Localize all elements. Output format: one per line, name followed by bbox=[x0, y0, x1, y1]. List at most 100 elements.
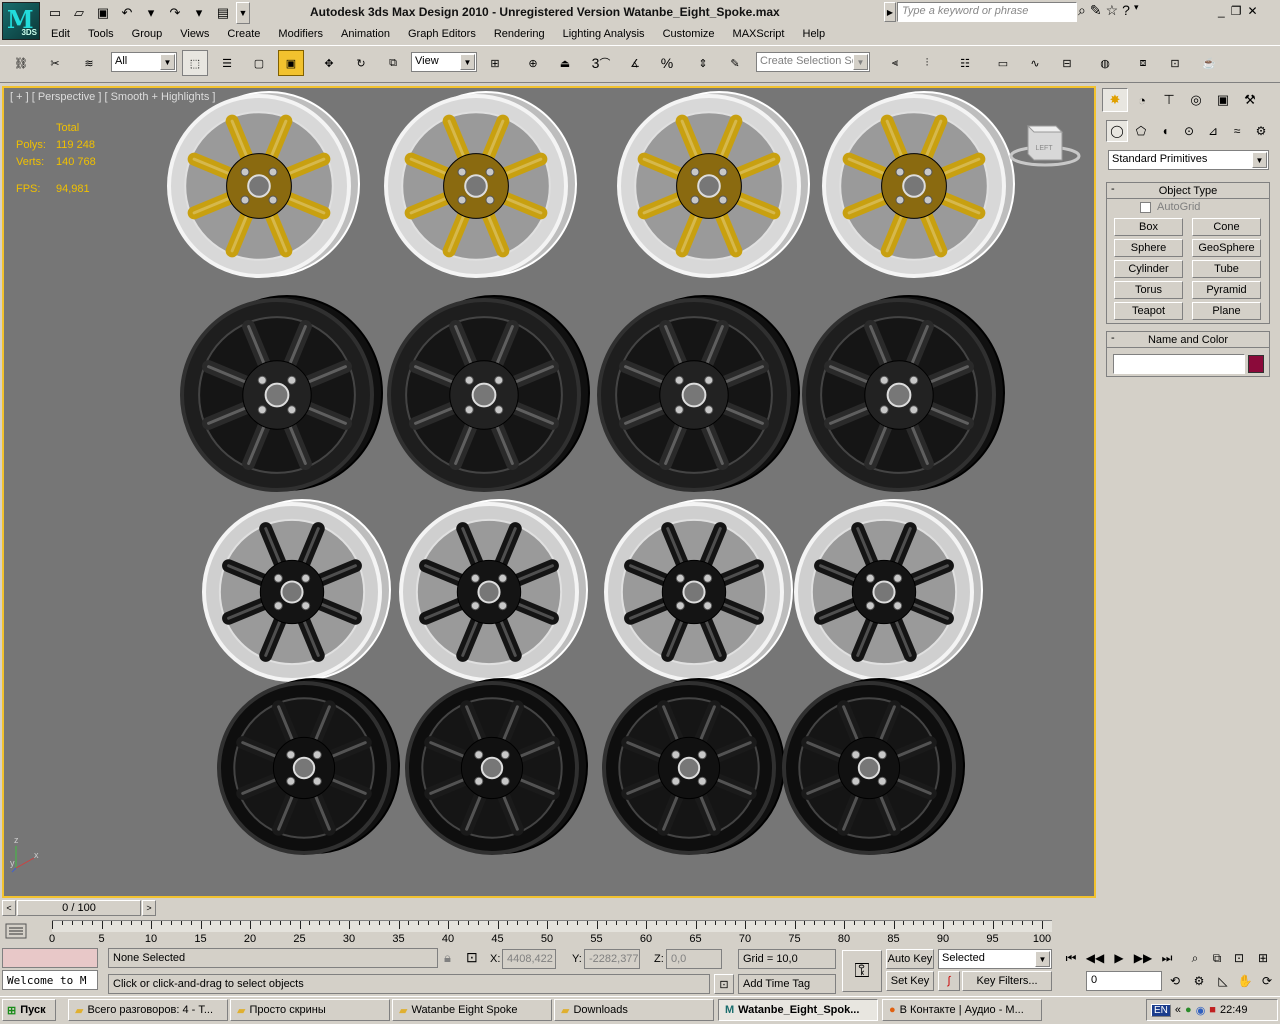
close-icon[interactable]: ✕ bbox=[1247, 4, 1257, 18]
orbit-icon[interactable]: ⟳ bbox=[1256, 971, 1278, 991]
select-by-name-icon[interactable]: ☰ bbox=[214, 50, 240, 76]
time-configuration-icon[interactable]: ⚙ bbox=[1188, 971, 1210, 991]
minimize-icon[interactable]: _ bbox=[1218, 4, 1225, 18]
go-to-end-icon[interactable]: ⏭ bbox=[1156, 948, 1178, 968]
start-button[interactable]: ⊞ Пуск bbox=[2, 999, 56, 1021]
wheel-model[interactable] bbox=[794, 499, 983, 682]
restore-icon[interactable]: ❐ bbox=[1231, 4, 1242, 18]
material-editor-icon[interactable]: ◍ bbox=[1092, 50, 1118, 76]
next-frame-arrow-icon[interactable]: > bbox=[142, 900, 156, 916]
sphere-button[interactable]: Sphere bbox=[1114, 239, 1183, 257]
taskbar-task-active[interactable]: M Watanbe_Eight_Spok... bbox=[718, 999, 878, 1021]
menu-lighting-analysis[interactable]: Lighting Analysis bbox=[554, 26, 654, 44]
redo-dropdown-icon[interactable]: ▾ bbox=[188, 2, 210, 24]
object-name-input[interactable] bbox=[1113, 354, 1245, 374]
x-coord-field[interactable]: 4408,422 bbox=[502, 949, 556, 969]
wheel-model[interactable] bbox=[217, 678, 400, 855]
field-of-view-icon[interactable]: ◺ bbox=[1212, 971, 1234, 991]
infocenter-search-input[interactable]: Type a keyword or phrase bbox=[897, 2, 1077, 22]
key-mode-dropdown[interactable]: Selected ▼ bbox=[938, 949, 1052, 969]
favorites-star-icon[interactable]: ☆ bbox=[1106, 2, 1119, 19]
add-time-tag-button[interactable]: Add Time Tag bbox=[738, 974, 836, 994]
zoom-extents-icon[interactable]: ⊡ bbox=[1228, 948, 1250, 968]
menu-create[interactable]: Create bbox=[218, 26, 269, 44]
set-key-big-key-icon[interactable]: ⚿ bbox=[842, 950, 882, 992]
selection-lock-icon[interactable]: 🔒︎ bbox=[444, 950, 451, 966]
select-and-scale-icon[interactable]: ⧉ bbox=[380, 50, 406, 76]
zoom-icon[interactable]: ⌕ bbox=[1184, 948, 1206, 968]
select-manipulate-icon[interactable]: ⊕ bbox=[520, 50, 546, 76]
taskbar-task[interactable]: ● В Контакте | Аудио - M... bbox=[882, 999, 1042, 1021]
binoculars-icon[interactable]: ⌕ bbox=[1078, 2, 1086, 19]
menu-maxscript[interactable]: MAXScript bbox=[724, 26, 794, 44]
curve-editor-icon[interactable]: ∿ bbox=[1022, 50, 1048, 76]
modify-tab-icon[interactable]: ◔ bbox=[1129, 88, 1155, 112]
select-and-move-icon[interactable]: ✥ bbox=[316, 50, 342, 76]
go-to-start-icon[interactable]: ⏮ bbox=[1060, 948, 1082, 968]
render-production-icon[interactable]: ☕ bbox=[1196, 50, 1222, 76]
absolute-mode-transform-icon[interactable]: ⊡ bbox=[466, 949, 478, 966]
z-coord-field[interactable]: 0,0 bbox=[666, 949, 722, 969]
taskbar-task[interactable]: ▰ Watanbe Eight Spoke bbox=[392, 999, 552, 1021]
snaps-toggle-icon[interactable]: 3 ⌒ bbox=[588, 50, 614, 76]
undo-icon[interactable]: ↶ bbox=[116, 2, 138, 24]
viewcube[interactable]: LEFT bbox=[1006, 118, 1084, 170]
taskbar-task[interactable]: ▰ Downloads bbox=[554, 999, 714, 1021]
tray-app-icon[interactable]: ● bbox=[1185, 1004, 1192, 1016]
schematic-view-icon[interactable]: ⊟ bbox=[1054, 50, 1080, 76]
render-setup-icon[interactable]: ⧈ bbox=[1130, 50, 1156, 76]
open-mini-curve-editor-icon[interactable] bbox=[4, 920, 42, 942]
motion-tab-icon[interactable]: ◎ bbox=[1183, 88, 1209, 112]
torus-button[interactable]: Torus bbox=[1114, 281, 1183, 299]
wheel-model[interactable] bbox=[399, 499, 588, 682]
y-coord-field[interactable]: -2282,377 bbox=[584, 949, 640, 969]
systems-icon[interactable]: ⚙ bbox=[1250, 120, 1272, 142]
tray-expand-icon[interactable]: « bbox=[1175, 1004, 1181, 1016]
default-in-out-tangents-icon[interactable]: ∫ bbox=[938, 971, 960, 991]
help-dropdown-icon[interactable]: ▾ bbox=[1134, 2, 1139, 19]
perspective-viewport[interactable]: [ + ] [ Perspective ] [ Smooth + Highlig… bbox=[2, 86, 1096, 898]
pivot-center-icon[interactable]: ⊞ bbox=[482, 50, 508, 76]
percent-snap-icon[interactable]: % bbox=[654, 50, 680, 76]
wheel-model[interactable] bbox=[782, 678, 965, 855]
name-and-color-header[interactable]: - Name and Color bbox=[1107, 332, 1269, 348]
menu-animation[interactable]: Animation bbox=[332, 26, 399, 44]
time-slider-thumb[interactable]: 0 / 100 bbox=[17, 900, 141, 916]
create-tab-icon[interactable]: ✸ bbox=[1102, 88, 1128, 112]
select-object-icon[interactable]: ⬚ bbox=[182, 50, 208, 76]
cylinder-button[interactable]: Cylinder bbox=[1114, 260, 1183, 278]
menu-rendering[interactable]: Rendering bbox=[485, 26, 554, 44]
select-and-link-icon[interactable]: ⛓ bbox=[8, 50, 34, 76]
zoom-extents-all-icon[interactable]: ⊞ bbox=[1252, 948, 1274, 968]
keyboard-shortcut-override-icon[interactable]: ⏏ bbox=[552, 50, 578, 76]
help-icon[interactable]: ? bbox=[1122, 2, 1130, 19]
geosphere-button[interactable]: GeoSphere bbox=[1192, 239, 1261, 257]
wheel-model[interactable] bbox=[167, 91, 360, 278]
align-icon[interactable]: ⫶ bbox=[914, 50, 940, 76]
rendered-frame-window-icon[interactable]: ⊡ bbox=[1162, 50, 1188, 76]
lights-icon[interactable]: ◖ bbox=[1154, 120, 1176, 142]
wheel-model[interactable] bbox=[802, 295, 1005, 492]
named-selection-sets-dropdown[interactable]: Create Selection Se ▼ bbox=[756, 52, 870, 72]
wheel-model[interactable] bbox=[180, 295, 383, 492]
zoom-all-icon[interactable]: ⧉ bbox=[1206, 948, 1228, 968]
menu-tools[interactable]: Tools bbox=[79, 26, 123, 44]
menu-help[interactable]: Help bbox=[794, 26, 835, 44]
redo-icon[interactable]: ↷ bbox=[164, 2, 186, 24]
communication-icon[interactable]: ✎ bbox=[1090, 2, 1102, 19]
tray-antivirus-icon[interactable]: ■ bbox=[1209, 1004, 1216, 1016]
layer-manager-icon[interactable]: ☷ bbox=[952, 50, 978, 76]
wheel-model[interactable] bbox=[602, 678, 785, 855]
object-color-swatch[interactable] bbox=[1248, 355, 1264, 373]
wheel-model[interactable] bbox=[597, 295, 800, 492]
bind-space-warp-icon[interactable]: ≋ bbox=[76, 50, 102, 76]
wheel-model[interactable] bbox=[384, 91, 577, 278]
next-key-icon[interactable]: ▶▶ bbox=[1132, 948, 1154, 968]
current-frame-spinner[interactable]: 0 bbox=[1086, 971, 1162, 991]
autogrid-checkbox[interactable]: AutoGrid bbox=[1140, 201, 1200, 213]
taskbar-task[interactable]: ▰ Просто скрины bbox=[230, 999, 390, 1021]
auto-key-button[interactable]: Auto Key bbox=[886, 949, 934, 969]
pan-view-icon[interactable]: ✋ bbox=[1234, 971, 1256, 991]
taskbar-task[interactable]: ▰ Всего разговоров: 4 - T... bbox=[68, 999, 228, 1021]
cameras-icon[interactable]: ⊙ bbox=[1178, 120, 1200, 142]
